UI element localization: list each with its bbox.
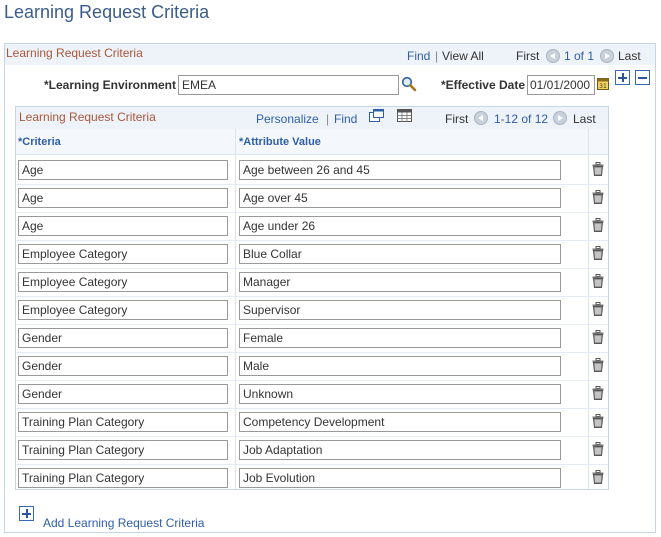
grid-download-icon[interactable]	[397, 109, 412, 122]
attribute-value-input[interactable]: Male	[239, 356, 561, 376]
criteria-input[interactable]: Age	[18, 188, 228, 208]
grid-next-icon[interactable]	[553, 111, 567, 125]
calendar-icon[interactable]: 31	[597, 77, 609, 90]
grid-title: Learning Request Criteria	[19, 110, 156, 124]
criteria-input[interactable]: Training Plan Category	[18, 468, 228, 488]
row-divider	[16, 184, 608, 185]
new-window-icon[interactable]	[369, 109, 384, 122]
minus-icon[interactable]	[635, 70, 650, 85]
grid-last-label: Last	[573, 112, 596, 126]
grid-prev-icon[interactable]	[474, 111, 488, 125]
effective-date-input[interactable]: 01/01/2000	[527, 75, 595, 95]
attribute-value-input[interactable]: Competency Development	[239, 412, 561, 432]
trash-icon[interactable]	[592, 386, 604, 400]
row-divider	[16, 268, 608, 269]
add-criteria-link[interactable]: Add Learning Request Criteria	[43, 516, 204, 530]
grid-separator: |	[326, 112, 330, 126]
row-divider	[16, 436, 608, 437]
trash-icon[interactable]	[592, 470, 604, 484]
grid-first-label: First	[445, 112, 469, 126]
criteria-input[interactable]: Gender	[18, 384, 228, 404]
row-divider	[16, 408, 608, 409]
attribute-value-input[interactable]: Unknown	[239, 384, 561, 404]
criteria-input[interactable]: Age	[18, 216, 228, 236]
criteria-input[interactable]: Age	[18, 160, 228, 180]
trash-icon[interactable]	[592, 274, 604, 288]
column-header-criteria[interactable]: *Criteria	[18, 136, 61, 148]
criteria-input[interactable]: Gender	[18, 356, 228, 376]
row-divider	[16, 380, 608, 381]
outer-separator: |	[435, 49, 439, 63]
criteria-input[interactable]: Gender	[18, 328, 228, 348]
criteria-input[interactable]: Employee Category	[18, 272, 228, 292]
column-header-attribute-value[interactable]: *Attribute Value	[239, 136, 321, 148]
outer-last-label: Last	[618, 49, 641, 63]
outer-next-icon[interactable]	[600, 49, 614, 63]
plus-icon[interactable]	[615, 70, 630, 85]
trash-icon[interactable]	[592, 302, 604, 316]
attribute-value-input[interactable]: Age between 26 and 45	[239, 160, 561, 180]
row-divider	[16, 324, 608, 325]
plus-icon[interactable]	[19, 506, 34, 521]
learning-environment-label: *Learning Environment	[43, 78, 176, 92]
svg-text:31: 31	[599, 83, 607, 90]
criteria-input[interactable]: Employee Category	[18, 244, 228, 264]
trash-icon[interactable]	[592, 218, 604, 232]
trash-icon[interactable]	[592, 414, 604, 428]
attribute-value-input[interactable]: Job Adaptation	[239, 440, 561, 460]
trash-icon[interactable]	[592, 162, 604, 176]
grid-range: 1-12 of 12	[494, 112, 549, 126]
attribute-value-input[interactable]: Blue Collar	[239, 244, 561, 264]
grid-find-link[interactable]: Find	[334, 112, 357, 126]
outer-range: 1 of 1	[564, 49, 595, 63]
row-divider	[16, 212, 608, 213]
outer-section-title: Learning Request Criteria	[6, 46, 143, 60]
effective-date-label: *Effective Date	[440, 78, 525, 92]
row-divider	[16, 296, 608, 297]
page-title: Learning Request Criteria	[4, 2, 210, 22]
attribute-value-input[interactable]: Age over 45	[239, 188, 561, 208]
row-divider	[16, 240, 608, 241]
row-divider	[16, 464, 608, 465]
trash-icon[interactable]	[592, 442, 604, 456]
learning-environment-input[interactable]: EMEA	[178, 75, 399, 95]
trash-icon[interactable]	[592, 190, 604, 204]
column-divider	[235, 129, 236, 489]
criteria-input[interactable]: Training Plan Category	[18, 440, 228, 460]
grid-personalize-link[interactable]: Personalize	[256, 112, 319, 126]
attribute-value-input[interactable]: Supervisor	[239, 300, 561, 320]
column-divider	[588, 129, 589, 489]
criteria-input[interactable]: Training Plan Category	[18, 412, 228, 432]
outer-first-label: First	[516, 49, 540, 63]
attribute-value-input[interactable]: Job Evolution	[239, 468, 561, 488]
trash-icon[interactable]	[592, 358, 604, 372]
trash-icon[interactable]	[592, 330, 604, 344]
attribute-value-input[interactable]: Manager	[239, 272, 561, 292]
attribute-value-input[interactable]: Age under 26	[239, 216, 561, 236]
row-divider	[16, 352, 608, 353]
outer-view-all-link[interactable]: View All	[442, 49, 484, 63]
magnifier-icon[interactable]	[401, 76, 417, 92]
trash-icon[interactable]	[592, 246, 604, 260]
outer-find-link[interactable]: Find	[407, 49, 430, 63]
outer-prev-icon[interactable]	[546, 49, 560, 63]
attribute-value-input[interactable]: Female	[239, 328, 561, 348]
criteria-input[interactable]: Employee Category	[18, 300, 228, 320]
